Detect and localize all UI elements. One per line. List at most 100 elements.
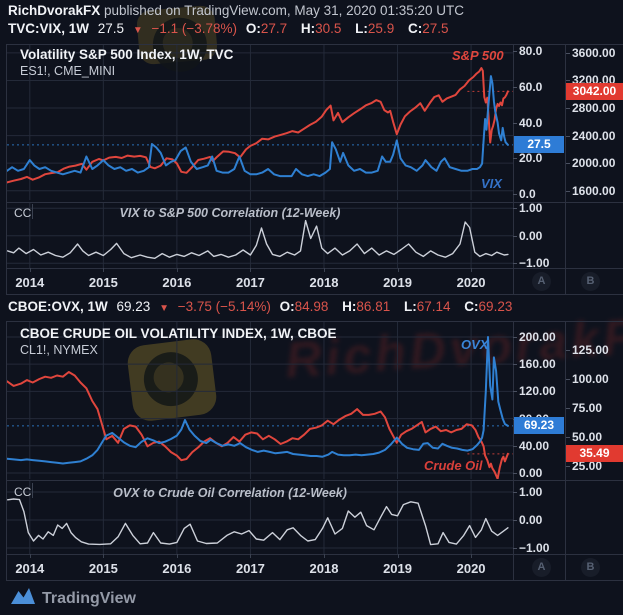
vix-series-label: VIX: [481, 176, 502, 191]
chart-frame-left: [6, 321, 7, 580]
brand-name: TradingView: [42, 589, 136, 607]
separator: [6, 580, 623, 581]
year-label: 2020: [456, 275, 486, 290]
legend-divider: [32, 204, 33, 219]
close-label: C:: [464, 299, 479, 314]
price-tick-label: 1600.00: [565, 183, 616, 198]
year-label: 2019: [383, 275, 412, 290]
chart1-title: Volatility S&P 500 Index, 1W, TVC: [20, 47, 234, 62]
series-correlation: [7, 498, 509, 546]
open-label: O:: [279, 299, 295, 314]
price-tick-label: 1.00: [512, 485, 543, 499]
low-label: L:: [355, 21, 368, 36]
symbol-name: TVC:VIX, 1W: [8, 21, 90, 36]
price-tick-label: −1.00: [512, 541, 550, 555]
scale-a-button[interactable]: A: [532, 558, 551, 577]
high-label: H:: [342, 299, 357, 314]
scale-b-button[interactable]: B: [581, 272, 600, 291]
chart1-subtitle: ES1!, CME_MINI: [20, 64, 116, 78]
price-scale-divider[interactable]: [513, 44, 514, 294]
price-tick-label: 40.00: [512, 438, 550, 453]
price-tick-label: 1.00: [512, 201, 543, 216]
sp500-series-label: S&P 500: [452, 48, 504, 63]
ovx-series-label: OVX: [461, 337, 489, 352]
price-tick-label: 40.0: [512, 115, 543, 130]
year-label: 2019: [383, 561, 412, 576]
price-tick-label: 75.00: [565, 400, 603, 415]
time-tick: [176, 268, 178, 272]
year-label: 2014: [15, 561, 45, 576]
time-tick: [397, 554, 399, 558]
time-tick: [397, 268, 399, 272]
price-change: −3.75 (−5.14%): [177, 299, 271, 314]
last-price-badge: 3042.00: [566, 82, 623, 100]
low-label: L:: [403, 299, 417, 314]
separator: [6, 321, 623, 322]
close-value: 27.5: [422, 21, 449, 36]
year-label: 2015: [88, 561, 118, 576]
symbol-info-line-ovx: CBOE:OVX, 1W 69.23 ▼ −3.75 (−5.14%) O:84…: [8, 299, 522, 314]
year-label: 2017: [235, 561, 265, 576]
last-price-badge: 35.49: [566, 445, 623, 463]
low-value: 25.9: [367, 21, 395, 36]
time-tick: [471, 268, 473, 272]
last-price-badge: 27.5: [514, 136, 564, 154]
open-value: 27.7: [260, 21, 288, 36]
down-triangle-icon: ▼: [159, 303, 169, 314]
tradingview-branding[interactable]: TradingView: [10, 586, 136, 611]
down-triangle-icon: ▼: [132, 25, 143, 36]
time-tick: [323, 554, 325, 558]
open-label: O:: [245, 21, 261, 36]
tradingview-logo-icon: [10, 586, 36, 611]
high-label: H:: [300, 21, 316, 36]
year-label: 2018: [309, 561, 339, 576]
time-tick: [29, 268, 31, 272]
high-value: 30.5: [315, 21, 342, 36]
scale-a-button[interactable]: A: [532, 272, 551, 291]
close-value: 69.23: [478, 299, 513, 314]
price-tick-label: 200.00: [513, 329, 556, 344]
time-tick: [176, 554, 178, 558]
year-label: 2017: [235, 275, 265, 290]
cc-indicator-label: CC: [14, 206, 32, 220]
crude-series-label: Crude Oil: [424, 458, 483, 473]
price-tick-label: 160.00: [513, 357, 556, 372]
cc2-title: OVX to Crude Oil Correlation (12-Week): [113, 486, 347, 500]
series-correlation: [7, 219, 509, 259]
time-tick: [471, 554, 473, 558]
price-tick-label: 0.00: [512, 513, 543, 527]
price-scale-divider[interactable]: [565, 44, 566, 294]
published-text: published on TradingView.com, May 31, 20…: [100, 3, 465, 18]
time-tick: [29, 554, 31, 558]
scale-b-button[interactable]: B: [581, 558, 600, 577]
time-tick: [103, 268, 105, 272]
price-tick-label: 0.00: [512, 466, 543, 480]
chart2-subtitle: CL1!, NYMEX: [20, 343, 98, 357]
year-label: 2016: [162, 561, 192, 576]
price-tick-label: 2400.00: [565, 128, 616, 143]
open-value: 84.98: [294, 299, 329, 314]
series-vix: [7, 75, 509, 178]
year-label: 2018: [309, 275, 339, 290]
cc-indicator-label: CC: [14, 485, 32, 499]
price-tick-label: 50.00: [565, 429, 603, 444]
low-value: 67.14: [416, 299, 451, 314]
time-tick: [323, 268, 325, 272]
price-tick-label: −1.00: [512, 256, 550, 271]
cc1-title: VIX to S&P 500 Correlation (12-Week): [119, 206, 341, 220]
last-price: 69.23: [116, 299, 151, 314]
year-label: 2020: [456, 561, 486, 576]
tradingview-published-chart: RichDvorakFX RichDvorakFX published on T…: [0, 0, 623, 615]
author-name: RichDvorakFX: [8, 3, 101, 18]
time-tick: [103, 554, 105, 558]
price-tick-label: 3600.00: [565, 45, 616, 60]
time-tick: [250, 268, 252, 272]
price-scale-divider[interactable]: [513, 321, 514, 580]
time-tick: [250, 554, 252, 558]
separator: [6, 294, 623, 295]
high-value: 86.81: [356, 299, 391, 314]
price-change: −1.1 (−3.78%): [151, 21, 238, 36]
price-tick-label: 100.00: [566, 371, 609, 386]
last-price: 27.5: [97, 21, 125, 36]
price-tick-label: 60.0: [512, 79, 543, 94]
